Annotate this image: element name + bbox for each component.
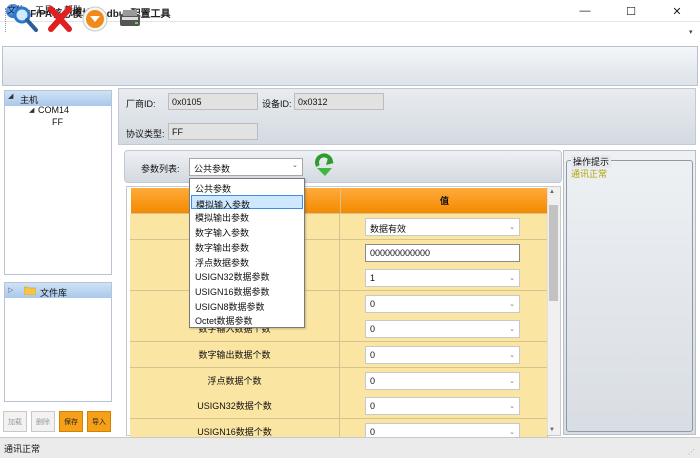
dropdown-option[interactable]: 模拟输出参数 — [191, 209, 303, 224]
tree-expand-root[interactable]: ◢ — [8, 92, 13, 100]
param-list-select[interactable]: 公共参数 — [189, 158, 303, 176]
delete-button[interactable]: 删除 — [31, 411, 55, 432]
scroll-thumb[interactable] — [549, 205, 558, 301]
save-button[interactable]: 保存 — [59, 411, 83, 432]
download-icon[interactable] — [80, 4, 110, 34]
protocol-field: FF — [168, 123, 258, 140]
dropdown-option[interactable]: 数字输出参数 — [191, 239, 303, 254]
grid-value-select[interactable]: 数据有效 ⌄ — [365, 218, 520, 236]
grid-value-text: 0 — [370, 401, 376, 411]
file-library-panel — [4, 282, 112, 402]
grid-value-select[interactable]: 0 ⌄ — [365, 372, 520, 390]
folder-icon — [23, 285, 37, 297]
grid-row-name: 数字输出数据个数 — [130, 342, 340, 368]
dropdown-option[interactable]: 模拟输入参数 — [191, 194, 303, 210]
tree-expand-com[interactable]: ◢ — [29, 106, 34, 114]
device-id-field: 0x0312 — [294, 93, 384, 110]
search-icon[interactable] — [10, 4, 40, 34]
status-bar — [0, 437, 700, 458]
grid-value-text: 0 — [370, 376, 376, 386]
tree-node-com14[interactable]: COM14 — [38, 105, 69, 115]
refresh-icon[interactable] — [314, 152, 336, 178]
chevron-down-icon[interactable]: ⌄ — [292, 161, 298, 169]
grid-value-text: 0 — [370, 299, 376, 309]
chevron-down-icon[interactable]: ⌄ — [509, 274, 515, 282]
library-expand[interactable]: ▷ — [8, 286, 13, 294]
grid-value-text: 0 — [370, 350, 376, 360]
chevron-down-icon[interactable]: ⌄ — [509, 428, 515, 436]
dropdown-option[interactable]: USIGN8数据参数 — [191, 298, 303, 313]
import-button[interactable]: 导入 — [87, 411, 111, 432]
grid-value-text: 0 — [370, 324, 376, 334]
scroll-up-arrow[interactable]: ▲ — [549, 189, 555, 195]
status-text: 通讯正常 — [4, 444, 41, 454]
grid-row-name: USIGN32数据个数 — [130, 393, 340, 419]
hint-box — [566, 160, 693, 432]
vendor-id-label: 厂商ID: — [126, 99, 156, 109]
grid-value-text: 0 — [370, 427, 376, 437]
toolbar-grip[interactable] — [5, 8, 7, 32]
dropdown-option[interactable]: 公共参数 — [191, 180, 303, 195]
grid-value-select[interactable]: 1 ⌄ — [365, 269, 520, 287]
tree-node-host[interactable]: 主机 — [20, 93, 38, 106]
param-dropdown-list: 公共参数 模拟输入参数 模拟输出参数 数字输入参数 数字输出参数 浮点数据参数 USIGN3… — [189, 178, 305, 328]
chevron-down-icon[interactable]: ⌄ — [509, 351, 515, 359]
dropdown-option[interactable]: USIGN32数据参数 — [191, 268, 303, 283]
dropdown-option[interactable]: 浮点数据参数 — [191, 254, 303, 269]
grid-value-input[interactable]: 000000000000 — [365, 244, 520, 262]
load-button[interactable]: 加载 — [3, 411, 27, 432]
chevron-down-icon[interactable]: ⌄ — [509, 300, 515, 308]
protocol-label: 协议类型: — [126, 129, 165, 139]
chevron-down-icon[interactable]: ⌄ — [509, 402, 515, 410]
grid-value-text: 1 — [370, 273, 376, 283]
dropdown-option[interactable]: 数字输入参数 — [191, 224, 303, 239]
hint-text: 通讯正常 — [571, 169, 608, 179]
device-icon[interactable] — [115, 4, 145, 34]
chevron-down-icon[interactable]: ⌄ — [509, 325, 515, 333]
grid-value-text: 数据有效 — [370, 224, 407, 234]
resize-grip[interactable]: ⋰ — [688, 448, 695, 456]
chevron-down-icon[interactable]: ⌄ — [509, 377, 515, 385]
minimize-button[interactable]: — — [562, 0, 608, 22]
grid-value-select[interactable]: 0 ⌄ — [365, 320, 520, 338]
grid-value-select[interactable]: 0 ⌄ — [365, 295, 520, 313]
dropdown-option[interactable]: USIGN16数据参数 — [191, 283, 303, 298]
chevron-down-icon[interactable]: ⌄ — [509, 223, 515, 231]
maximize-button[interactable]: ☐ — [608, 0, 654, 22]
toolbar — [2, 46, 698, 86]
tree-node-ff[interactable]: FF — [52, 117, 63, 127]
library-label[interactable]: 文件库 — [40, 286, 67, 299]
delete-icon[interactable] — [45, 4, 75, 34]
param-list-label: 参数列表: — [141, 164, 180, 174]
device-id-label: 设备ID: — [262, 99, 292, 109]
scroll-down-arrow[interactable]: ▼ — [549, 427, 555, 433]
grid-header-value: 值 — [341, 188, 549, 214]
grid-row-name: 浮点数据个数 — [130, 368, 340, 394]
grid-value-select[interactable]: 0 ⌄ — [365, 397, 520, 415]
grid-value-select[interactable]: 0 ⌄ — [365, 346, 520, 364]
close-button[interactable]: ✕ — [654, 0, 700, 22]
dropdown-option[interactable]: Octet数据参数 — [191, 312, 303, 327]
toolbar-overflow-button[interactable]: ▾ — [689, 28, 693, 36]
vendor-id-field: 0x0105 — [168, 93, 258, 110]
grid-value-text: 000000000000 — [370, 248, 431, 258]
